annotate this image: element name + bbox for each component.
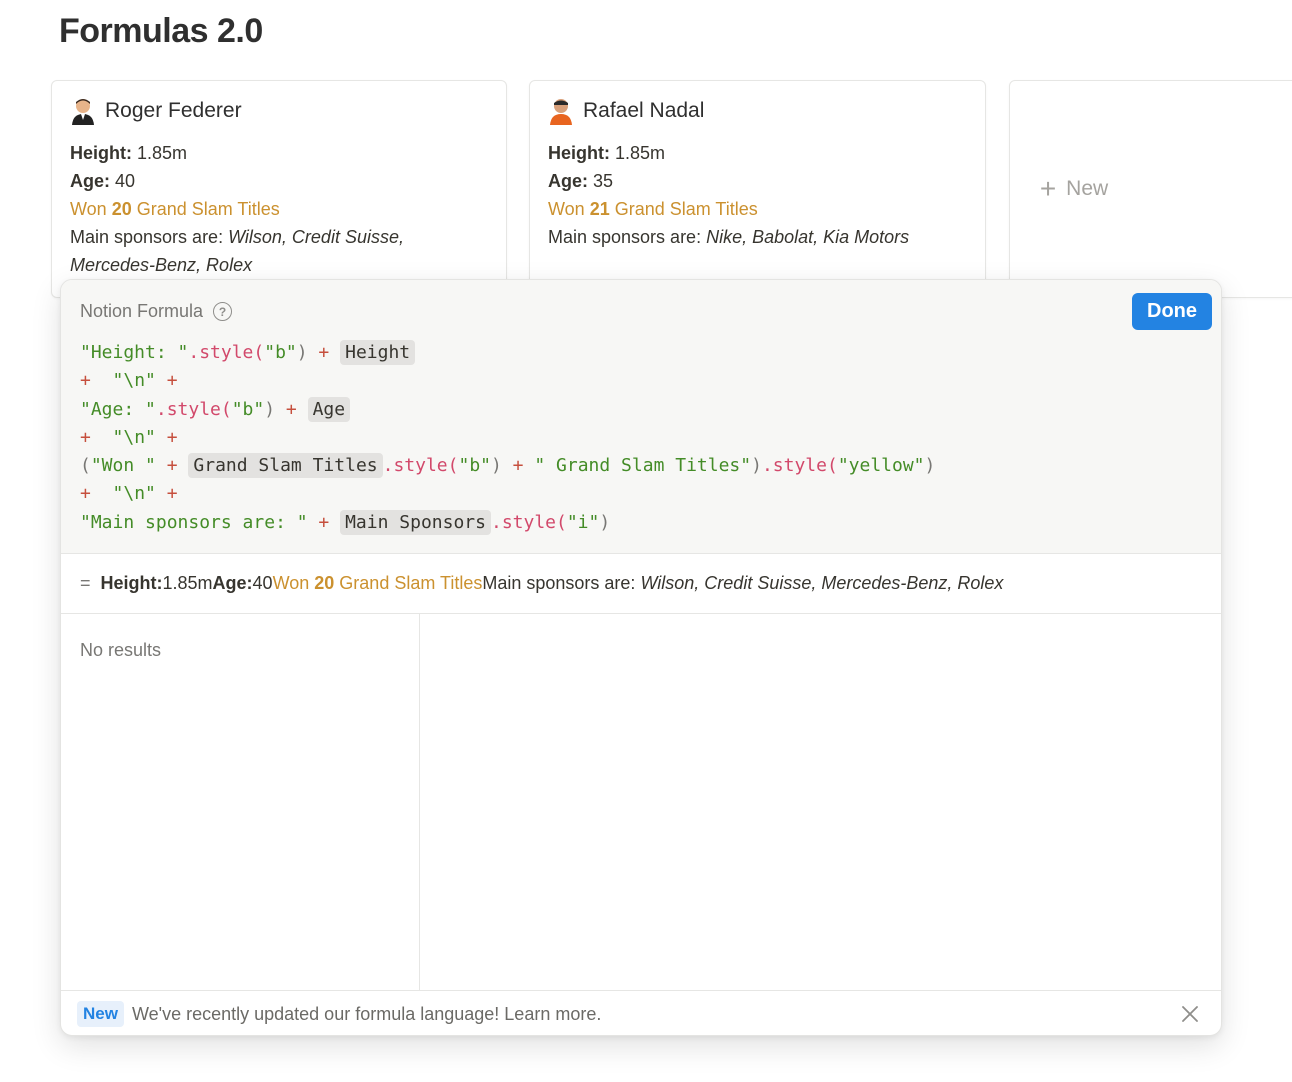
- update-notice: New We've recently updated our formula l…: [61, 990, 1221, 1035]
- property-chip-grand-slam-titles[interactable]: Grand Slam Titles: [188, 453, 383, 479]
- formula-editor-popup: Notion Formula ? Done "Height: ".style("…: [60, 279, 1222, 1036]
- no-results-text: No results: [80, 640, 162, 660]
- formula-code[interactable]: "Height: ".style("b") + Height + "\n" + …: [80, 339, 935, 537]
- property-chip-age[interactable]: Age: [307, 396, 351, 422]
- avatar-federer-icon: [70, 97, 96, 125]
- new-label: New: [1066, 177, 1109, 200]
- card-title: Roger Federer: [105, 99, 242, 122]
- equals-sign: =: [80, 573, 91, 593]
- gallery-card-federer[interactable]: Roger Federer Height: 1.85m Age: 40 Won …: [51, 80, 507, 298]
- formula-result-preview: = Height: 1.85m Age: 40 Won 20 Grand Sla…: [61, 554, 1221, 614]
- height-line: Height: 1.85m: [70, 143, 188, 163]
- age-line: Age: 40: [70, 171, 136, 191]
- plus-icon: +: [1039, 173, 1057, 204]
- property-chip-height[interactable]: Height: [340, 340, 416, 365]
- suggestions-pane: No results: [61, 614, 420, 990]
- sponsors-line-2: Mercedes-Benz, Rolex: [70, 255, 253, 275]
- sponsors-line: Main sponsors are: Wilson, Credit Suisse…: [70, 227, 404, 247]
- close-icon[interactable]: [1179, 1003, 1201, 1025]
- card-title: Rafael Nadal: [583, 99, 705, 122]
- sponsors-line: Main sponsors are: Nike, Babolat, Kia Mo…: [548, 227, 910, 247]
- property-chip-main-sponsors[interactable]: Main Sponsors: [340, 509, 491, 535]
- titles-line: Won 21 Grand Slam Titles: [548, 199, 758, 219]
- page-title: Formulas 2.0: [59, 12, 263, 50]
- titles-line: Won 20 Grand Slam Titles: [70, 199, 280, 219]
- done-button[interactable]: Done: [1132, 293, 1212, 330]
- height-line: Height: 1.85m: [548, 143, 666, 163]
- update-message[interactable]: We've recently updated our formula langu…: [132, 1004, 601, 1025]
- gallery-card-nadal[interactable]: Rafael Nadal Height: 1.85m Age: 35 Won 2…: [529, 80, 986, 298]
- editor-title: Notion Formula ?: [80, 301, 233, 322]
- age-line: Age: 35: [548, 171, 614, 191]
- formula-editor[interactable]: Notion Formula ? Done "Height: ".style("…: [61, 280, 1221, 554]
- new-card-button[interactable]: + New: [1009, 80, 1292, 298]
- new-badge: New: [77, 1001, 124, 1027]
- help-icon[interactable]: ?: [213, 302, 233, 321]
- avatar-nadal-icon: [548, 97, 574, 125]
